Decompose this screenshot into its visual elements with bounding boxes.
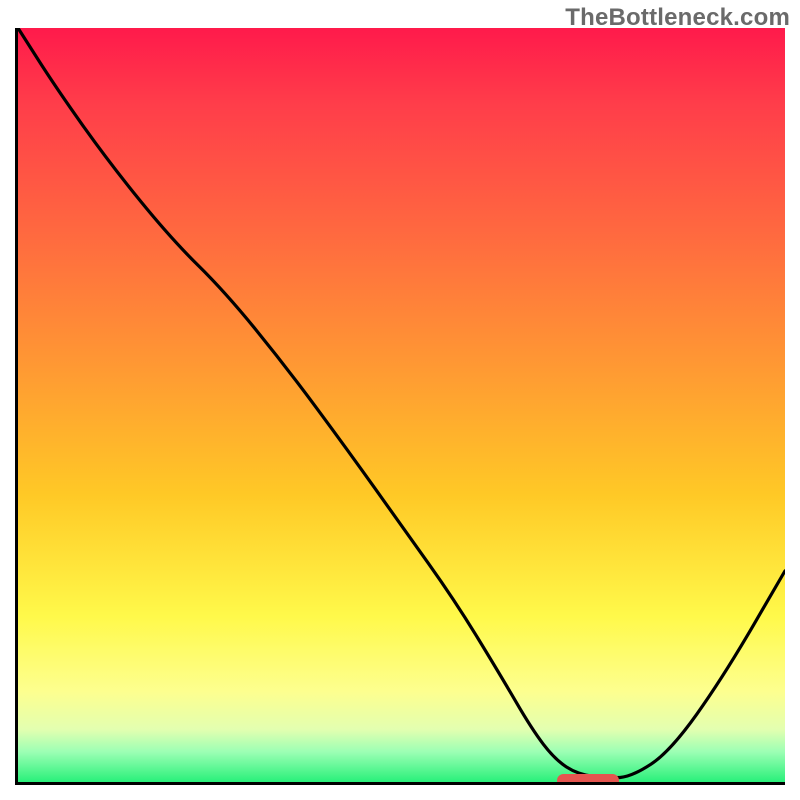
optimal-marker <box>557 774 619 785</box>
plot-area <box>15 28 785 785</box>
watermark-text: TheBottleneck.com <box>565 4 790 32</box>
bottleneck-curve <box>18 28 785 782</box>
curve-path <box>18 28 785 778</box>
bottleneck-chart: TheBottleneck.com <box>0 0 800 800</box>
